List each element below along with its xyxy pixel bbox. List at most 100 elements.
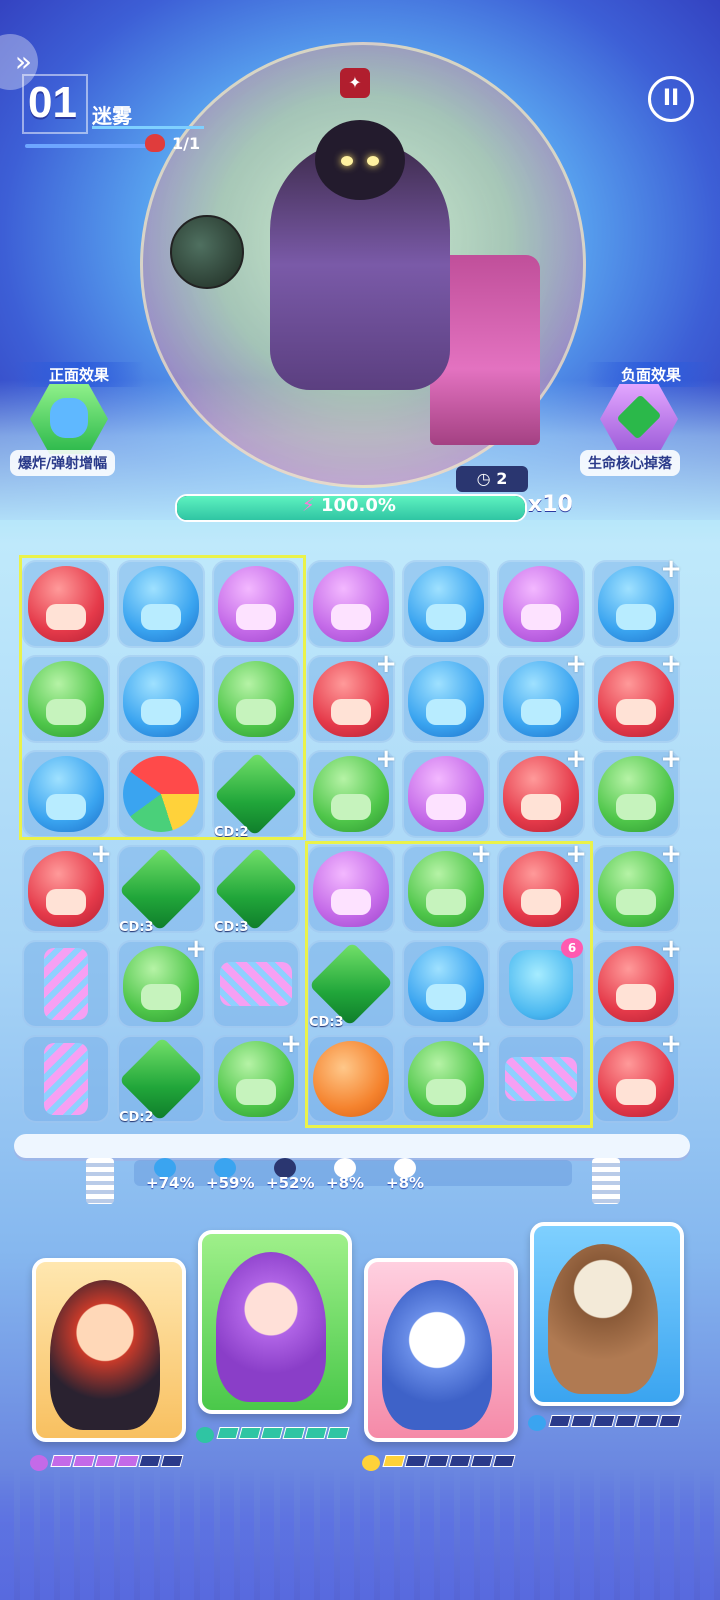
piece-face (46, 889, 86, 915)
piece-face (616, 794, 656, 820)
character-card-opera[interactable] (32, 1258, 186, 1442)
leaf-piece-icon (118, 846, 204, 932)
level-name: 迷雾 (92, 104, 132, 128)
character-portrait (548, 1244, 658, 1394)
life-core-icon (616, 394, 662, 440)
character-energy-bar (362, 1452, 516, 1471)
character-card-husky[interactable] (364, 1258, 518, 1442)
pause-button[interactable]: II (648, 76, 694, 122)
energy-pip (570, 1415, 594, 1427)
boss-status-icon: ✦ (340, 68, 370, 98)
energy-pip (72, 1455, 96, 1467)
board-cell[interactable]: + (592, 746, 682, 838)
boss-energy-label: ⚡ 100.0% (175, 494, 523, 518)
piece-face (521, 794, 561, 820)
board-cell[interactable]: CD:3 (117, 845, 205, 935)
turn-timer: ◷ 2 (456, 466, 528, 492)
plus-icon: + (90, 839, 112, 869)
board-cell[interactable] (22, 940, 110, 1028)
cooldown-label: CD:3 (214, 920, 249, 935)
board-cell[interactable]: + (307, 651, 397, 743)
turn-timer-value: 2 (496, 469, 508, 488)
spring-v-piece-icon (44, 1043, 88, 1115)
boss-head (315, 120, 405, 200)
spring-v-piece-icon (44, 948, 88, 1020)
energy-pip (404, 1455, 428, 1467)
piece-face (521, 604, 561, 630)
plus-icon: + (375, 744, 397, 774)
board-cell[interactable]: + (592, 651, 682, 743)
board-cell[interactable] (402, 655, 490, 743)
buff-value: +8% (326, 1174, 365, 1192)
board-cell[interactable]: + (117, 936, 207, 1028)
spring-post-right (592, 1158, 620, 1204)
buff-value: +52% (266, 1174, 315, 1192)
purple-piece-icon (408, 756, 484, 832)
character-card-skull[interactable] (530, 1222, 684, 1406)
board-cell[interactable]: + (592, 1031, 682, 1123)
board-cell[interactable]: + (592, 556, 682, 648)
energy-pip (282, 1427, 306, 1439)
lightning-icon: ⚡ (302, 495, 315, 516)
board-cell[interactable] (212, 940, 300, 1028)
piece-face (426, 794, 466, 820)
energy-pip (304, 1427, 328, 1439)
board-cell[interactable] (402, 750, 490, 838)
level-name-underline (92, 126, 204, 129)
divider-bar (14, 1134, 690, 1158)
cooldown-label: CD:2 (119, 1110, 154, 1125)
board-cell[interactable]: + (592, 936, 682, 1028)
board-cell[interactable] (497, 560, 585, 648)
board-cell[interactable] (402, 560, 490, 648)
energy-pip (238, 1427, 262, 1439)
character-portrait (382, 1280, 492, 1430)
purple-piece-icon (313, 566, 389, 642)
character-card-maid[interactable] (198, 1230, 352, 1414)
plus-icon: + (660, 744, 682, 774)
piece-face (616, 699, 656, 725)
combo-multiplier: x10 (528, 492, 573, 517)
clock-icon: ◷ (476, 469, 497, 488)
energy-pip (138, 1455, 162, 1467)
board-cell[interactable] (22, 1035, 110, 1123)
leaf-piece-icon (118, 1036, 204, 1122)
energy-pip (216, 1427, 240, 1439)
board-cell[interactable]: + (497, 651, 587, 743)
plus-icon: + (565, 649, 587, 679)
board-cell[interactable] (307, 560, 395, 648)
plus-icon: + (280, 1029, 302, 1059)
selection-highlight (305, 841, 593, 1128)
pause-icon: II (662, 86, 680, 111)
character-portrait (216, 1252, 326, 1402)
piece-face (616, 889, 656, 915)
piece-face (616, 984, 656, 1010)
piece-face (616, 604, 656, 630)
level-progress-line (25, 144, 150, 148)
board-cell[interactable]: + (497, 746, 587, 838)
leaf-piece-icon (213, 846, 299, 932)
boss-eye-left (341, 156, 353, 166)
energy-pip (614, 1415, 638, 1427)
energy-type-icon (196, 1426, 214, 1443)
energy-type-icon (528, 1414, 546, 1431)
board-cell[interactable]: CD:3 (212, 845, 300, 935)
purple-piece-icon (503, 566, 579, 642)
energy-pip (50, 1455, 74, 1467)
negative-effect-title: 负面效果 (586, 362, 716, 387)
energy-pip (448, 1455, 472, 1467)
plus-icon: + (565, 744, 587, 774)
plus-icon: + (660, 649, 682, 679)
buff-value: +8% (386, 1174, 425, 1192)
energy-percent: 100.0% (320, 495, 396, 516)
level-number: 01 (28, 78, 77, 127)
board-cell[interactable]: + (22, 841, 112, 933)
board-cell[interactable]: + (212, 1031, 302, 1123)
board-cell[interactable]: CD:2 (117, 1035, 205, 1125)
piece-face (331, 699, 371, 725)
spring-h-piece-icon (220, 962, 292, 1006)
board-cell[interactable]: + (307, 746, 397, 838)
energy-pip (326, 1427, 350, 1439)
energy-pip (492, 1455, 516, 1467)
boss-count: 1/1 (172, 134, 201, 153)
board-cell[interactable]: + (592, 841, 682, 933)
